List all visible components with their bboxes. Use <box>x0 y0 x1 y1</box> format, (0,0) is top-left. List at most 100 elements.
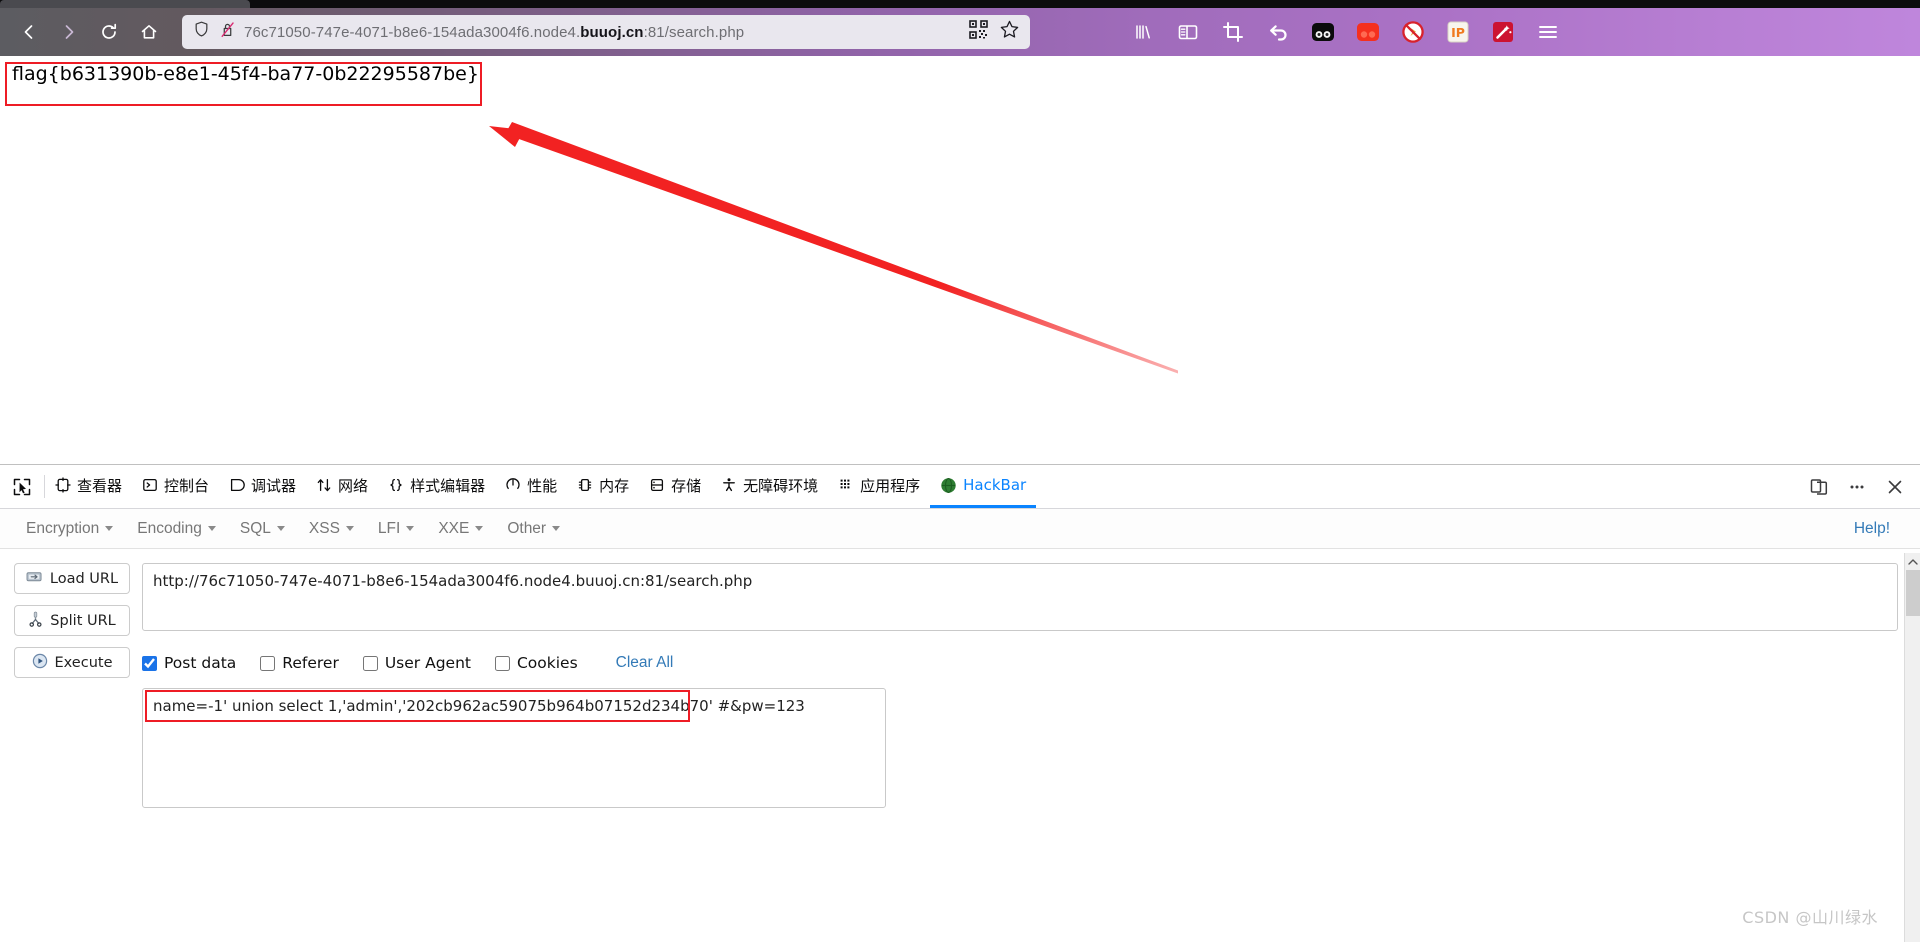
shield-icon[interactable] <box>192 20 211 44</box>
menu-label: LFI <box>377 519 401 537</box>
post-data-checkbox-input[interactable] <box>142 655 157 671</box>
star-bookmark-icon[interactable] <box>999 19 1020 45</box>
menu-label: SQL <box>239 519 271 537</box>
scroll-up-arrow-icon[interactable] <box>1905 553 1920 570</box>
tab-hackbar[interactable]: HackBar <box>930 465 1037 508</box>
debugger-icon <box>229 477 245 493</box>
hackbar-fields: Post data Referer User Agent Cookie <box>142 563 1920 813</box>
tab-label: 无障碍环境 <box>743 476 819 495</box>
back-button[interactable] <box>10 15 48 49</box>
menu-lfi[interactable]: LFI <box>366 516 426 542</box>
browser-tab[interactable] <box>0 0 250 8</box>
menu-xss[interactable]: XSS <box>297 516 366 542</box>
url-text[interactable]: 76c71050-747e-4071-b8e6-154ada3004f6.nod… <box>244 24 961 41</box>
undo-arrow-icon[interactable] <box>1265 19 1291 45</box>
red-extension-icon[interactable] <box>1355 19 1381 45</box>
tab-style-editor[interactable]: 样式编辑器 <box>378 465 495 508</box>
tab-performance[interactable]: 性能 <box>495 465 567 508</box>
tab-label: HackBar <box>963 476 1027 494</box>
nav-buttons-group <box>0 15 168 49</box>
menu-label: Encoding <box>137 519 202 537</box>
devtools-tab-bar: 查看器 控制台 调试器 网络 样式编辑器 性能 内存 存储 无障碍环境 应用程序… <box>0 465 1920 509</box>
sidebar-icon[interactable] <box>1175 19 1201 45</box>
url-input[interactable] <box>142 563 1898 631</box>
application-icon <box>838 477 854 493</box>
devtools-scrollbar[interactable] <box>1904 553 1920 942</box>
tab-storage[interactable]: 存储 <box>639 465 711 508</box>
help-link[interactable]: Help! <box>1854 520 1890 538</box>
tab-memory[interactable]: 内存 <box>567 465 639 508</box>
menu-encoding[interactable]: Encoding <box>125 516 228 542</box>
forward-button[interactable] <box>50 15 88 49</box>
devtools-tabs: 查看器 控制台 调试器 网络 样式编辑器 性能 内存 存储 无障碍环境 应用程序… <box>45 465 1794 508</box>
menu-other[interactable]: Other <box>495 516 572 542</box>
referer-label[interactable]: Referer <box>282 654 339 672</box>
magic-wand-icon[interactable] <box>1490 19 1516 45</box>
hackbar-action-buttons: Load URL Split URL Execute <box>14 563 130 813</box>
navigation-toolbar: 76c71050-747e-4071-b8e6-154ada3004f6.nod… <box>0 8 1920 56</box>
dark-reader-icon[interactable] <box>1310 19 1336 45</box>
tab-console[interactable]: 控制台 <box>132 465 219 508</box>
address-bar-container: 76c71050-747e-4071-b8e6-154ada3004f6.nod… <box>182 15 1030 49</box>
hackbar-body: Load URL Split URL Execute http://76c710… <box>0 549 1920 813</box>
element-picker-icon[interactable] <box>0 465 44 508</box>
crop-screenshot-icon[interactable] <box>1220 19 1246 45</box>
clear-all-link[interactable]: Clear All <box>616 654 674 672</box>
home-button[interactable] <box>130 15 168 49</box>
block-script-icon[interactable] <box>1400 19 1426 45</box>
accessibility-icon <box>721 477 737 493</box>
referer-checkbox-input[interactable] <box>260 655 276 671</box>
tab-network[interactable]: 网络 <box>306 465 378 508</box>
style-editor-icon <box>388 477 404 493</box>
post-data-label[interactable]: Post data <box>164 654 236 672</box>
library-icon[interactable] <box>1130 19 1156 45</box>
address-bar-actions <box>968 19 1024 45</box>
tab-debugger[interactable]: 调试器 <box>219 465 306 508</box>
console-icon <box>142 477 158 493</box>
menu-xxe[interactable]: XXE <box>426 516 495 542</box>
chevron-down-icon <box>475 526 484 531</box>
execute-button[interactable]: Execute <box>14 647 130 678</box>
user-agent-checkbox-input[interactable] <box>362 655 378 671</box>
tab-label: 内存 <box>599 476 630 495</box>
tab-strip <box>0 0 1920 8</box>
more-options-icon[interactable] <box>1846 476 1868 498</box>
button-label: Execute <box>54 654 113 671</box>
post-data-input[interactable] <box>142 688 886 808</box>
tab-label: 查看器 <box>77 476 123 495</box>
hamburger-menu-icon[interactable] <box>1535 19 1561 45</box>
menu-encryption[interactable]: Encryption <box>14 516 125 542</box>
ip-address-icon[interactable]: IP <box>1445 19 1471 45</box>
memory-icon <box>577 477 593 493</box>
split-url-scissors-icon <box>28 611 43 631</box>
execute-play-icon <box>32 653 48 673</box>
referer-checkbox[interactable]: Referer <box>260 654 339 672</box>
no-permission-icon[interactable] <box>218 20 237 44</box>
reload-button[interactable] <box>90 15 128 49</box>
cookies-label[interactable]: Cookies <box>517 654 578 672</box>
post-data-checkbox[interactable]: Post data <box>142 654 236 672</box>
scrollbar-thumb[interactable] <box>1906 570 1920 616</box>
hackbar-panel: Encryption Encoding SQL XSS LFI XXE Othe… <box>0 509 1920 942</box>
chevron-down-icon <box>207 526 216 531</box>
chevron-down-icon <box>276 526 285 531</box>
responsive-design-mode-icon[interactable] <box>1808 476 1830 498</box>
cookies-checkbox-input[interactable] <box>494 655 510 671</box>
tab-inspector[interactable]: 查看器 <box>45 465 132 508</box>
qr-code-icon[interactable] <box>968 19 989 45</box>
cookies-checkbox[interactable]: Cookies <box>494 654 578 672</box>
load-url-button[interactable]: Load URL <box>14 563 130 594</box>
tab-label: 性能 <box>527 476 558 495</box>
address-bar[interactable]: 76c71050-747e-4071-b8e6-154ada3004f6.nod… <box>182 15 1030 49</box>
menu-label: Other <box>507 519 547 537</box>
flag-text: flag{b631390b-e8e1-45f4-ba77-0b22295587b… <box>12 63 479 85</box>
tab-application[interactable]: 应用程序 <box>828 465 930 508</box>
tab-label: 样式编辑器 <box>410 476 486 495</box>
close-devtools-icon[interactable] <box>1884 476 1906 498</box>
inspector-icon <box>55 477 71 493</box>
user-agent-label[interactable]: User Agent <box>385 654 471 672</box>
user-agent-checkbox[interactable]: User Agent <box>362 654 471 672</box>
split-url-button[interactable]: Split URL <box>14 605 130 636</box>
menu-sql[interactable]: SQL <box>228 516 297 542</box>
tab-accessibility[interactable]: 无障碍环境 <box>711 465 828 508</box>
